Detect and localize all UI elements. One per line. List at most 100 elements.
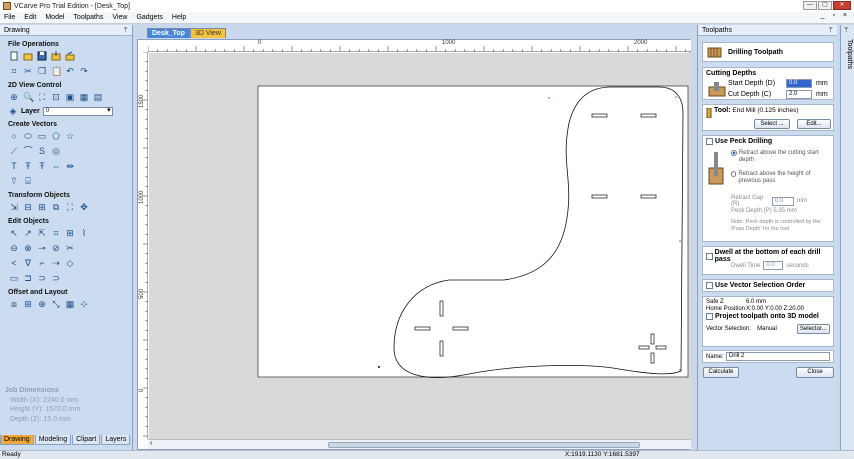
fillet-icon[interactable]: ⌐ (37, 258, 47, 268)
tab-desk-top[interactable]: Desk_Top (147, 28, 190, 38)
zoom-icon[interactable]: 🔍 (23, 92, 34, 102)
draw-dimension-icon[interactable]: ⇹ (65, 161, 75, 171)
maximize-button[interactable]: ▢ (818, 1, 832, 10)
menu-help[interactable]: Help (172, 14, 186, 21)
polyline-icon[interactable]: ⟋ (9, 146, 19, 156)
zoom-box-icon[interactable]: ⊡ (51, 92, 61, 102)
bracket-right-icon[interactable]: ⊃ (51, 273, 61, 283)
layer-dropdown[interactable]: 0 (42, 106, 113, 116)
grid-view-icon[interactable]: ▦ (79, 92, 89, 102)
trace-bitmap-icon[interactable]: ⍢ (9, 176, 19, 186)
move-icon[interactable]: ⇲ (9, 202, 19, 212)
scroll-left-icon[interactable]: ‹ (150, 440, 152, 447)
tab-layers[interactable]: Layers (101, 435, 131, 445)
menu-model[interactable]: Model (45, 14, 64, 21)
scale-icon[interactable]: ⛶ (65, 202, 75, 212)
zoom-extents-icon[interactable]: ⛶ (37, 92, 47, 102)
open-folder-icon[interactable] (23, 51, 33, 61)
block-copy-icon[interactable]: ▦ (65, 299, 75, 309)
extend-icon[interactable]: < (9, 258, 19, 268)
subtract-icon[interactable]: ⊖ (9, 243, 19, 253)
trim-icon[interactable]: ∇ (23, 258, 33, 268)
tab-drawing[interactable]: Drawing (0, 435, 34, 445)
select-tool-button[interactable]: Select ... (754, 119, 790, 129)
tab-3d-view[interactable]: 3D View (189, 28, 226, 38)
peck-drilling-checkbox[interactable] (706, 138, 713, 145)
polygon-icon[interactable]: ⬠ (51, 131, 61, 141)
paste-icon[interactable]: 📋 (51, 66, 62, 76)
text-on-curve-icon[interactable]: Ŧ (23, 161, 33, 171)
copy-icon[interactable]: ❐ (37, 66, 47, 76)
minimize-button[interactable]: — (803, 1, 817, 10)
interactive-trim-icon[interactable]: ⌗ (51, 228, 61, 238)
split-view-icon[interactable]: ▤ (93, 92, 103, 102)
nest-icon[interactable]: ⊞ (23, 299, 33, 309)
weld-icon[interactable]: ⊞ (65, 228, 75, 238)
menu-edit[interactable]: Edit (24, 14, 36, 21)
project-checkbox[interactable] (706, 313, 713, 320)
set-size-icon[interactable]: ⊟ (23, 202, 33, 212)
pin-icon[interactable]: ᛘ (844, 27, 848, 34)
offset-icon[interactable]: ⧈ (9, 299, 19, 309)
curve-icon[interactable]: S (37, 146, 47, 156)
2d-view[interactable]: 0 1000 2000 1500 1000 500 0 ‹ (137, 39, 691, 450)
dimensions-icon[interactable]: ⇔ (51, 161, 61, 171)
group-icon[interactable]: ▭ (9, 273, 19, 283)
desk-top-drawing[interactable] (149, 53, 691, 439)
transform-mode-icon[interactable]: ⇱ (37, 228, 47, 238)
menu-gadgets[interactable]: Gadgets (136, 14, 162, 21)
arrow-icon[interactable]: ⇢ (51, 258, 61, 268)
join-icon[interactable]: ⊸ (37, 243, 47, 253)
retract-previous-radio[interactable] (731, 171, 737, 177)
undo-icon[interactable]: ↶ (65, 66, 75, 76)
tab-clipart[interactable]: Clipart (72, 435, 101, 445)
arc-icon[interactable]: ⌒ (23, 146, 33, 156)
side-tab-toolpaths[interactable]: Toolpaths (846, 39, 853, 69)
texture-icon[interactable]: ⌸ (23, 176, 33, 186)
rectangle-icon[interactable]: ▭ (37, 131, 47, 141)
text-icon[interactable]: T (9, 161, 19, 171)
scissors-icon[interactable]: ✂ (65, 243, 75, 253)
mdi-window-controls[interactable]: _ ▫ × (821, 12, 850, 19)
save-icon[interactable] (37, 51, 47, 61)
dwell-time-input[interactable]: 0.0 (763, 261, 784, 270)
retract-gap-input[interactable]: 0.0 (772, 196, 794, 206)
select-tool-icon[interactable]: ↖ (9, 228, 19, 238)
pin-icon[interactable]: ᛘ (124, 27, 128, 34)
menu-file[interactable]: File (4, 14, 15, 21)
retract-start-radio[interactable] (731, 150, 737, 156)
circle-icon[interactable]: ○ (9, 131, 19, 141)
export-icon[interactable] (65, 51, 75, 61)
menu-toolpaths[interactable]: Toolpaths (73, 14, 103, 21)
intersect-icon[interactable]: ⊗ (23, 243, 33, 253)
name-input[interactable]: Drill 2 (726, 352, 830, 361)
close-vector-icon[interactable]: ⊘ (51, 243, 61, 253)
distort-icon[interactable]: ✥ (79, 202, 89, 212)
retract-previous-option[interactable]: Retract above the height of previous pas… (731, 171, 831, 185)
array-copy-icon[interactable]: ⊕ (37, 299, 47, 309)
step-repeat-icon[interactable]: ⤡ (51, 299, 61, 309)
select-all-icon[interactable]: ⌗ (9, 66, 19, 76)
center-view-icon[interactable]: ⊕ (9, 92, 19, 102)
scroll-thumb[interactable] (328, 442, 640, 448)
calculate-button[interactable]: Calculate (703, 367, 739, 378)
cut-icon[interactable]: ✂ (23, 66, 33, 76)
dwell-checkbox[interactable] (706, 252, 713, 260)
horizontal-scrollbar[interactable]: ‹ (148, 439, 691, 449)
autoscale-text-icon[interactable]: Ŧ (37, 161, 47, 171)
ellipse-icon[interactable]: ⬭ (23, 131, 33, 141)
close-button[interactable]: Close (796, 367, 834, 378)
edit-tool-button[interactable]: Edit... (797, 119, 831, 129)
import-icon[interactable] (51, 51, 61, 61)
vector-order-checkbox[interactable] (706, 282, 713, 289)
ungroup-icon[interactable]: ⊐ (23, 273, 33, 283)
star-icon[interactable]: ☆ (65, 131, 75, 141)
close-window-button[interactable]: ✕ (833, 1, 851, 10)
node-edit-icon[interactable]: ↗ (23, 228, 33, 238)
drawing-canvas[interactable] (149, 53, 691, 439)
start-depth-input[interactable]: 0.0 (786, 79, 812, 88)
cut-depth-input[interactable]: 2.0 (786, 90, 812, 99)
smooth-icon[interactable]: ⌇ (79, 228, 89, 238)
new-file-icon[interactable] (9, 51, 19, 61)
convert-icon[interactable]: ◇ (65, 258, 75, 268)
